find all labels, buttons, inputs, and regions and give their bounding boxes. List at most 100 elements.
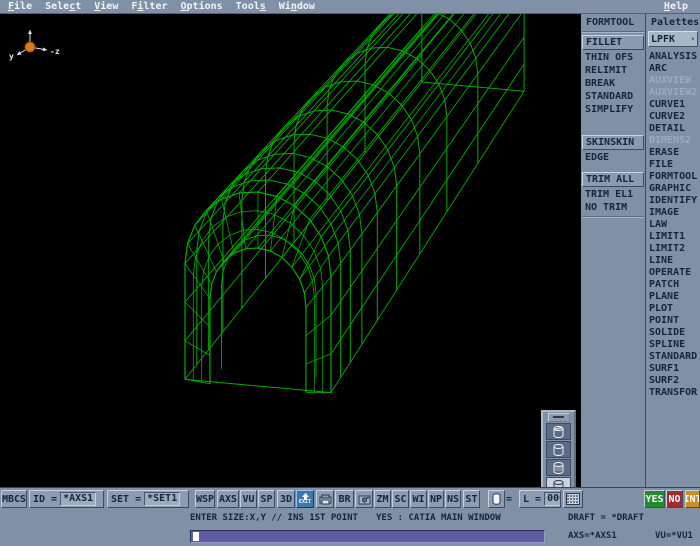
id-field[interactable]: ID = *AXS1	[29, 490, 104, 508]
cylinder-section-icon[interactable]	[546, 459, 571, 476]
bottom-toolbar: MBCS ID = *AXS1 SET = *SET1 WSP AXS VU SP 3D EXIT B…	[0, 487, 700, 510]
palette-item-surf2[interactable]: SURF2	[646, 375, 700, 387]
palette-item-transfor[interactable]: TRANSFOR	[646, 387, 700, 399]
formtool-panel: FORMTOOL FILLET THIN OFS RELIMIT BREAK STAND…	[581, 14, 646, 487]
formtool-item-break[interactable]: BREAK	[581, 77, 645, 90]
palette-item-patch[interactable]: PATCH	[646, 279, 700, 291]
toolbar-button-wsp[interactable]: WSP	[195, 490, 215, 508]
keypad-icon[interactable]	[563, 490, 583, 508]
toolbar-button-np[interactable]: NP	[428, 490, 444, 508]
cylinder-outline-icon[interactable]	[546, 441, 571, 458]
formtool-item-trim-all[interactable]: TRIM ALL	[582, 172, 644, 187]
toolbar-button-axs[interactable]: AXS	[217, 490, 239, 508]
palette-item-arc[interactable]: ARC	[646, 63, 700, 75]
palette-item-standard[interactable]: STANDARD	[646, 351, 700, 363]
palette-item-point[interactable]: POINT	[646, 315, 700, 327]
toolbar-button-3d[interactable]: 3D	[277, 490, 295, 508]
palette-item-curve2[interactable]: CURVE2	[646, 111, 700, 123]
menu-item-file[interactable]: File	[8, 1, 32, 12]
menu-item-filter[interactable]: Filter	[131, 1, 167, 12]
input-row: AXS=*AXS1 VU=*VU1	[0, 528, 700, 546]
palette-item-identify[interactable]: IDENTIFY	[646, 195, 700, 207]
toolbar-button-zm[interactable]: ZM	[374, 490, 391, 508]
formtool-item-relimit[interactable]: RELIMIT	[581, 64, 645, 77]
palette-item-erase[interactable]: ERASE	[646, 147, 700, 159]
palette-item-detail[interactable]: DETAIL	[646, 123, 700, 135]
toolbar-button-wi[interactable]: WI	[410, 490, 427, 508]
snapshot-icon[interactable]	[355, 490, 373, 508]
palette-item-plane[interactable]: PLANE	[646, 291, 700, 303]
palette-item-plot[interactable]: PLOT	[646, 303, 700, 315]
set-field-label: SET =	[111, 493, 142, 505]
answer-no-button[interactable]: NO	[666, 490, 683, 508]
palette-item-limit2[interactable]: LIMIT2	[646, 243, 700, 255]
toolbar-button-sc[interactable]: SC	[392, 490, 409, 508]
palette-selector[interactable]: LPFK ▾	[648, 31, 698, 47]
formtool-item-skinskin[interactable]: SKINSKIN	[582, 135, 644, 150]
command-input[interactable]	[190, 530, 545, 543]
axis-label-negz: -z	[50, 47, 60, 56]
divider	[582, 31, 644, 33]
palette-item-graphic[interactable]: GRAPHIC	[646, 183, 700, 195]
id-field-value: *AXS1	[60, 492, 97, 506]
text-cursor	[193, 532, 199, 541]
palettes-panel: Palettes: LPFK ▾ ANALYSIS ARC AUXVIEW AUXVI…	[646, 14, 700, 487]
palette-item-formtool[interactable]: FORMTOOL	[646, 171, 700, 183]
cylinder-icon[interactable]	[488, 490, 505, 508]
palette-item-law[interactable]: LAW	[646, 219, 700, 231]
formtool-item-fillet[interactable]: FILLET	[582, 35, 644, 50]
toolbar-button-br[interactable]: BR	[335, 490, 354, 508]
divider	[582, 216, 644, 218]
palette-item-file[interactable]: FILE	[646, 159, 700, 171]
toolbar-button-vu[interactable]: VU	[240, 490, 257, 508]
set-field-value: *SET1	[144, 492, 181, 506]
palette-item-operate[interactable]: OPERATE	[646, 267, 700, 279]
toolbar-button-st[interactable]: ST	[463, 490, 480, 508]
menu-bar: File Select View Filter Options Tools Window He…	[0, 0, 700, 14]
answer-int-button[interactable]: INT	[685, 490, 700, 508]
palette-item-dimens2: DIMENS2	[649, 135, 692, 146]
palette-item-analysis[interactable]: ANALYSIS	[646, 51, 700, 63]
chevron-down-icon: ▾	[690, 35, 695, 43]
formtool-item-trim-el1[interactable]: TRIM EL1	[581, 188, 645, 201]
answer-yes-button[interactable]: YES	[644, 490, 665, 508]
exit-button[interactable]: EXIT	[296, 490, 314, 508]
menu-item-tools[interactable]: Tools	[236, 1, 266, 12]
palette-item-spline[interactable]: SPLINE	[646, 339, 700, 351]
palette-item-solide[interactable]: SOLIDE	[646, 327, 700, 339]
mbcs-button[interactable]: MBCS	[1, 490, 27, 508]
vu-indicator: VU=*VU1	[655, 531, 693, 541]
layer-field-value: 000	[544, 492, 560, 506]
palette-item-line[interactable]: LINE	[646, 255, 700, 267]
formtool-item-edge[interactable]: EDGE	[581, 151, 645, 164]
viewport-3d[interactable]: y -z	[0, 14, 581, 501]
cylinder-mesh-icon[interactable]	[546, 423, 571, 440]
equals-sign: =	[506, 493, 513, 505]
menu-item-view[interactable]: View	[94, 1, 118, 12]
menu-item-window[interactable]: Window	[279, 1, 315, 12]
set-field[interactable]: SET = *SET1	[107, 490, 189, 508]
formtool-item-simplify[interactable]: SIMPLIFY	[581, 103, 645, 116]
menu-item-select[interactable]: Select	[45, 1, 81, 12]
palette-item-auxview2: AUXVIEW2	[649, 87, 698, 98]
axis-label-y: y	[9, 52, 14, 61]
menu-item-options[interactable]: Options	[181, 1, 223, 12]
formtool-title: FORMTOOL	[586, 17, 635, 28]
palettes-title: Palettes:	[651, 17, 700, 28]
layer-field-label: L =	[523, 493, 542, 505]
plot-icon[interactable]	[316, 490, 334, 508]
formtool-item-no-trim[interactable]: NO TRIM	[581, 201, 645, 214]
menu-item-help[interactable]: Help	[664, 1, 688, 12]
formtool-item-standard[interactable]: STANDARD	[581, 90, 645, 103]
formtool-item-thin-ofs[interactable]: THIN OFS	[581, 51, 645, 64]
palette-item-surf1[interactable]: SURF1	[646, 363, 700, 375]
axs-indicator: AXS=*AXS1	[568, 531, 617, 541]
palette-item-curve1[interactable]: CURVE1	[646, 99, 700, 111]
id-field-label: ID =	[33, 493, 58, 505]
palette-item-image[interactable]: IMAGE	[646, 207, 700, 219]
toolbar-button-sp[interactable]: SP	[258, 490, 275, 508]
palette-item-limit1[interactable]: LIMIT1	[646, 231, 700, 243]
toolbar-button-ns[interactable]: NS	[445, 490, 461, 508]
palette-collapse-button[interactable]	[547, 413, 570, 422]
layer-field[interactable]: L =000	[519, 490, 561, 508]
